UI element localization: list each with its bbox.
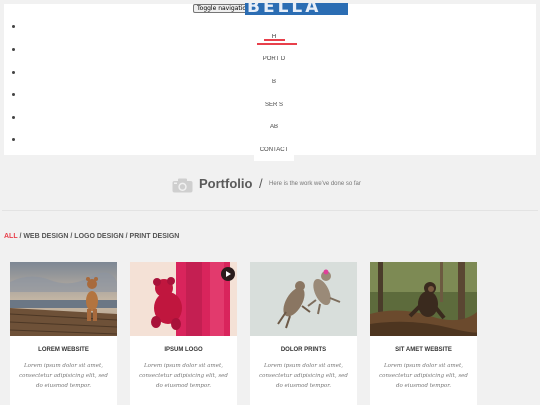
filter-all[interactable]: ALL [4, 233, 17, 240]
card-image-bear-on-dock[interactable] [10, 262, 117, 336]
nav-item-services[interactable]: SER S [254, 102, 294, 108]
camera-icon [172, 178, 193, 193]
card-title[interactable]: DOLOR PRINTS [250, 347, 357, 353]
bullet-marker [12, 71, 15, 74]
portfolio-filters: ALL / WEB DESIGN / LOGO DESIGN / PRINT D… [4, 233, 179, 240]
portfolio-card[interactable]: SIT AMET WEBSITE Lorem ipsum dolor sit a… [370, 262, 477, 405]
card-image-monkey-forest[interactable] [370, 262, 477, 336]
portfolio-card[interactable]: LOREM WEBSITE Lorem ipsum dolor sit amet… [10, 262, 117, 405]
nav-item-label: PORT D [262, 56, 286, 62]
section-divider [2, 210, 538, 211]
filter-web-design[interactable]: WEB DESIGN [23, 233, 68, 240]
bullet-marker [12, 138, 15, 141]
filter-print-design[interactable]: PRINT DESIGN [130, 233, 180, 240]
bullet-marker [12, 116, 15, 119]
card-description: Lorem ipsum dolor sit amet, consectetur … [259, 363, 348, 389]
bullet-marker [12, 48, 15, 51]
nav-item-label: AB [269, 124, 278, 130]
bullet-marker [12, 93, 15, 96]
page-subtitle: Here is the work we've done so far [269, 181, 361, 187]
card-image-kittens[interactable] [250, 262, 357, 336]
filter-logo-design[interactable]: LOGO DESIGN [74, 233, 123, 240]
nav-item-about[interactable]: AB [254, 124, 294, 130]
card-description: Lorem ipsum dolor sit amet, consectetur … [139, 363, 228, 389]
card-description: Lorem ipsum dolor sit amet, consectetur … [379, 363, 468, 389]
active-nav-underline [264, 39, 285, 41]
brand-name: BELLA [247, 3, 322, 15]
brand-logo[interactable]: BELLA [245, 3, 348, 15]
card-image-pink-bear[interactable] [130, 262, 237, 336]
bullet-marker [12, 25, 15, 28]
nav-item-blog[interactable]: B [254, 79, 294, 85]
page-title: Portfolio [199, 176, 253, 191]
nav-item-label: CONTACT [259, 147, 289, 153]
card-title[interactable]: LOREM WEBSITE [10, 347, 117, 353]
active-nav-indicator [257, 43, 297, 45]
title-slash: / [259, 176, 263, 191]
card-description: Lorem ipsum dolor sit amet, consectetur … [19, 363, 108, 389]
portfolio-card[interactable]: DOLOR PRINTS Lorem ipsum dolor sit amet,… [250, 262, 357, 405]
card-title[interactable]: SIT AMET WEBSITE [370, 347, 477, 353]
nav-item-label: B [271, 79, 276, 85]
portfolio-card[interactable]: IPSUM LOGO Lorem ipsum dolor sit amet, c… [130, 262, 237, 405]
nav-menu: H PORT D B SER S AB CONTACT [254, 29, 294, 161]
nav-item-portfolio[interactable]: PORT D [254, 56, 294, 62]
nav-item-label: SER S [264, 102, 283, 108]
nav-item-contact[interactable]: CONTACT [254, 147, 294, 153]
card-title[interactable]: IPSUM LOGO [130, 347, 237, 353]
